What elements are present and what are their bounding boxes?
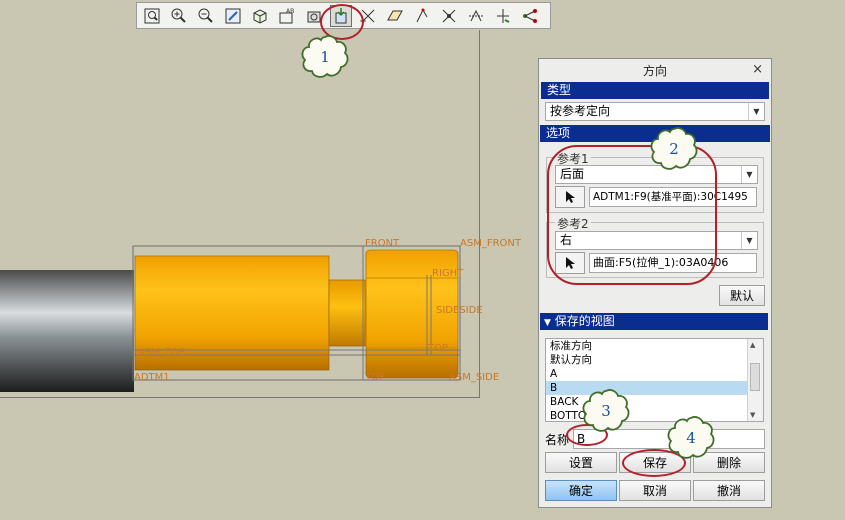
cancel-button[interactable]: 取消 (619, 480, 691, 501)
saved-views-list[interactable]: 标准方向 默认方向 A B BACK BOTTOM ▲ ▼ (545, 338, 764, 422)
cable-body (0, 270, 134, 392)
callout-3-number: 3 (601, 402, 611, 420)
orientation-type-value: 按参考定向 (550, 104, 611, 118)
datum-label-asm-side: ASM_SIDE (449, 372, 500, 383)
callout-4: 4 (666, 415, 716, 461)
datum-label-adtm1: ADTM1 (134, 372, 170, 383)
list-item-selected[interactable]: B (546, 381, 763, 395)
dialog-title-bar[interactable]: 方向 × (539, 59, 771, 81)
datum-label-asm-front: ASM_FRONT (460, 238, 521, 249)
scroll-down-icon[interactable]: ▼ (750, 411, 755, 419)
dialog-title: 方向 (642, 63, 667, 78)
callout-4-number: 4 (686, 429, 696, 447)
list-item[interactable]: 标准方向 (546, 339, 763, 353)
datum-label-front: FRONT (365, 238, 400, 249)
chevron-down-icon: ▼ (741, 166, 757, 183)
callout-1: 1 (300, 34, 350, 80)
list-scrollbar[interactable]: ▲ ▼ (747, 339, 763, 421)
chevron-down-icon: ▼ (741, 232, 757, 249)
saved-views-section-title: 保存的视图 (554, 314, 615, 328)
list-item[interactable]: 默认方向 (546, 353, 763, 367)
default-button[interactable]: 默认 (719, 285, 765, 306)
orientation-type-select[interactable]: 按参考定向 ▼ (545, 102, 765, 121)
datum-label-asm-top: ASM_TOP (138, 347, 185, 358)
callout-2-number: 2 (669, 140, 679, 158)
ok-button[interactable]: 确定 (545, 480, 617, 501)
callout-1-number: 1 (320, 48, 330, 66)
callout-2: 2 (649, 126, 699, 172)
list-item[interactable]: BACK (546, 395, 763, 409)
set-button[interactable]: 设置 (545, 452, 617, 473)
revert-button[interactable]: 撤消 (693, 480, 765, 501)
scroll-up-icon[interactable]: ▲ (750, 341, 755, 349)
datum-label-top-b: TOP (365, 372, 386, 383)
callout-3: 3 (581, 388, 631, 434)
close-icon[interactable]: × (752, 62, 763, 77)
fitting-neck (328, 279, 366, 347)
datum-label-right: RIGHT (432, 268, 464, 279)
datum-label-side: SIDESIDE (436, 305, 483, 316)
list-item[interactable]: BOTTOM (546, 409, 763, 421)
type-section-header: 类型 (541, 82, 769, 99)
triangle-down-icon: ▼ (544, 318, 551, 328)
saved-views-section-header[interactable]: ▼ 保存的视图 (540, 313, 768, 330)
chevron-down-icon: ▼ (748, 103, 764, 120)
model-graphics[interactable] (0, 0, 540, 420)
scrollbar-thumb[interactable] (750, 363, 760, 391)
datum-label-top-a: TOP (428, 343, 449, 354)
list-item[interactable]: A (546, 367, 763, 381)
